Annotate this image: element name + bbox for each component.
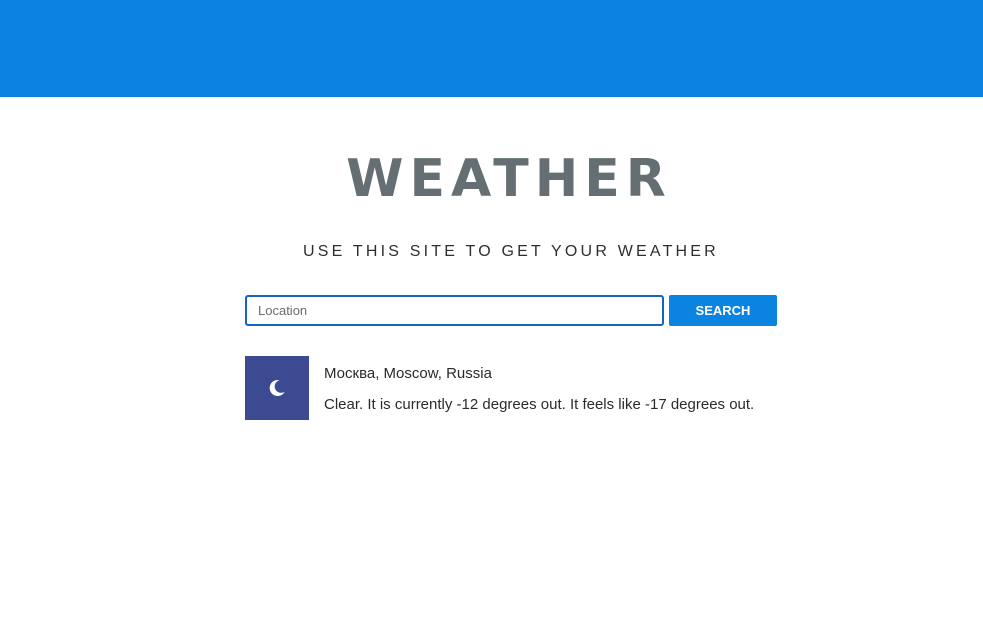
weather-result: Москва, Moscow, Russia Clear. It is curr… <box>245 356 805 420</box>
moon-icon <box>269 379 285 396</box>
location-search-input[interactable] <box>245 295 664 326</box>
search-button[interactable]: SEARCH <box>669 295 777 326</box>
weather-icon-tile <box>245 356 309 420</box>
top-bar <box>0 0 983 97</box>
result-location: Москва, Moscow, Russia <box>324 365 492 382</box>
result-conditions: Clear. It is currently -12 degrees out. … <box>324 396 755 413</box>
page-title: WEATHER <box>346 149 672 209</box>
page-subtitle: USE THIS SITE TO GET YOUR WEATHER <box>303 243 719 260</box>
